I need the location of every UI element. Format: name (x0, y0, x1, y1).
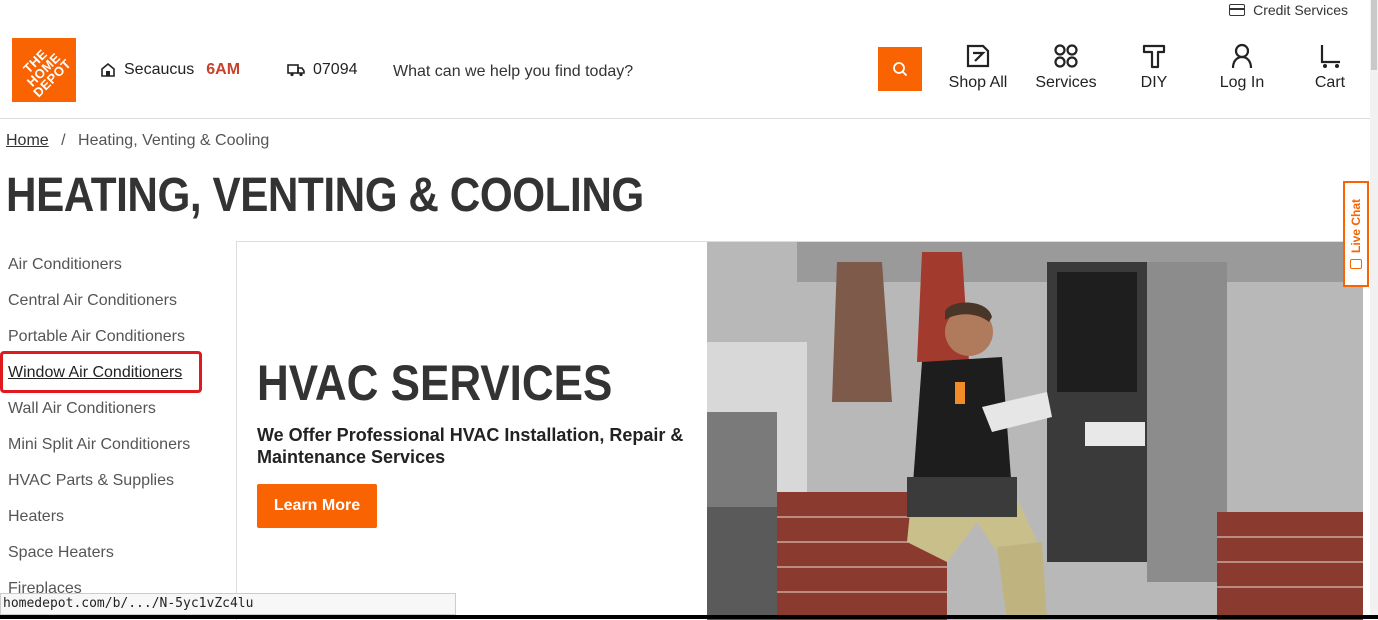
store-name: Secaucus (124, 61, 195, 78)
home-depot-logo[interactable]: THE HOME DEPOT (12, 38, 76, 102)
sidebar-item-mini-split-air-conditioners[interactable]: Mini Split Air Conditioners (0, 427, 234, 463)
sidebar-item-central-air-conditioners[interactable]: Central Air Conditioners (0, 283, 234, 319)
cart-icon (1320, 45, 1340, 68)
search-icon (893, 62, 908, 77)
sidebar-item-air-conditioners[interactable]: Air Conditioners (0, 247, 234, 283)
services-label: Services (1035, 74, 1097, 91)
zip-code: 07094 (313, 61, 358, 78)
hero-subtitle: We Offer Professional HVAC Installation,… (257, 425, 684, 467)
cart-button[interactable]: Cart (1292, 42, 1368, 92)
breadcrumb-separator: / (61, 132, 66, 149)
sidebar-item-space-heaters[interactable]: Space Heaters (0, 535, 234, 571)
cart-label: Cart (1314, 74, 1346, 91)
link-status-bar: homedepot.com/b/.../N-5yc1vZc4lu (0, 593, 456, 615)
credit-services-label: Credit Services (1253, 2, 1348, 18)
live-chat-label: Live Chat (1349, 198, 1363, 253)
search-input[interactable] (385, 53, 891, 91)
hvac-services-banner: HVAC SERVICES We Offer Professional HVAC… (236, 241, 1363, 620)
header-divider (0, 118, 1370, 119)
sidebar-item-wall-air-conditioners[interactable]: Wall Air Conditioners (0, 391, 234, 427)
delivery-truck-icon (287, 64, 305, 77)
breadcrumb-current: Heating, Venting & Cooling (78, 132, 270, 149)
sidebar-item-window-air-conditioners[interactable]: Window Air Conditioners (0, 355, 234, 391)
logo-text: THE HOME DEPOT (20, 46, 75, 101)
chat-bubble-icon (1350, 259, 1362, 269)
user-icon (1231, 43, 1253, 69)
services-icon (1054, 44, 1078, 68)
sidebar-item-heaters[interactable]: Heaters (0, 499, 234, 535)
hero-title: HVAC SERVICES (257, 355, 613, 411)
page-title: HEATING, VENTING & COOLING (6, 169, 644, 222)
window-bottom-edge (0, 615, 1378, 619)
shop-all-label: Shop All (948, 74, 1008, 91)
site-header: THE HOME DEPOT Secaucus 6AM 07094 S (0, 36, 1378, 108)
learn-more-button[interactable]: Learn More (257, 484, 377, 528)
diy-button[interactable]: DIY (1116, 42, 1192, 92)
breadcrumb-home-link[interactable]: Home (6, 132, 49, 149)
log-in-button[interactable]: Log In (1204, 42, 1280, 92)
diy-hammer-icon (1142, 44, 1166, 69)
category-sidebar: Air Conditioners Central Air Conditioner… (0, 247, 234, 607)
store-icon (101, 62, 115, 77)
search-button[interactable] (878, 47, 922, 91)
store-selector[interactable]: Secaucus 6AM (100, 61, 240, 79)
log-in-label: Log In (1219, 74, 1265, 91)
credit-services-link[interactable]: Credit Services (1229, 0, 1348, 20)
header-nav: Shop All Services DIY Log In Cart (940, 42, 1378, 92)
services-button[interactable]: Services (1028, 42, 1104, 92)
credit-card-icon (1229, 4, 1246, 16)
sidebar-item-portable-air-conditioners[interactable]: Portable Air Conditioners (0, 319, 234, 355)
shop-all-icon (966, 44, 990, 68)
store-hours: 6AM (206, 61, 241, 78)
breadcrumb: Home / Heating, Venting & Cooling (6, 132, 269, 150)
shop-all-button[interactable]: Shop All (940, 42, 1016, 92)
hvac-technician-photo (707, 242, 1363, 620)
scrollbar-thumb[interactable] (1371, 0, 1377, 70)
sidebar-item-hvac-parts-supplies[interactable]: HVAC Parts & Supplies (0, 463, 234, 499)
live-chat-tab[interactable]: Live Chat (1343, 181, 1369, 287)
delivery-zip[interactable]: 07094 (287, 61, 358, 79)
page-scrollbar[interactable] (1370, 0, 1378, 619)
diy-label: DIY (1140, 74, 1168, 91)
